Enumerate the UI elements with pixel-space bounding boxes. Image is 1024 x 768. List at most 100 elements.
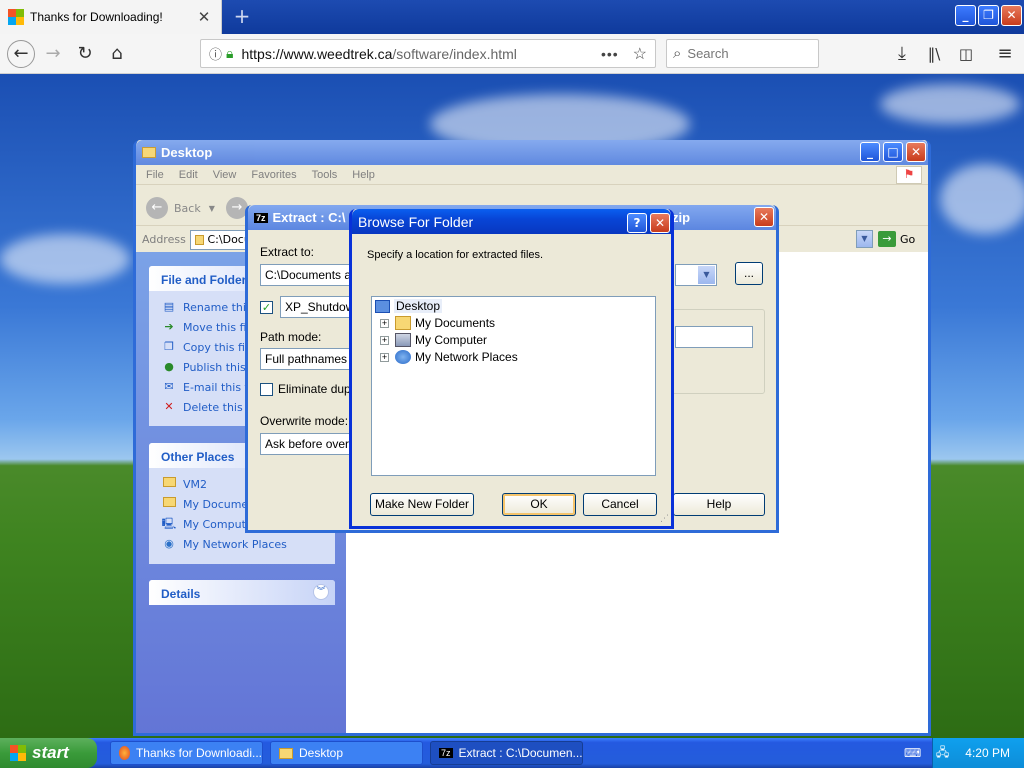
- tree-node-my-network-places[interactable]: + My Network Places: [380, 350, 518, 364]
- close-window-button[interactable]: ✕: [1001, 5, 1022, 26]
- folder-checkbox[interactable]: ✓: [260, 301, 273, 314]
- windows-logo-icon: [8, 9, 24, 25]
- publish-globe-icon: ●: [164, 360, 174, 373]
- folder-icon: [194, 234, 204, 245]
- path-mode-select[interactable]: Full pathnames: [260, 348, 352, 370]
- taskbar-item-extract[interactable]: 7z Extract : C:\Documen...: [430, 741, 583, 765]
- clock[interactable]: 4:20 PM: [965, 746, 1010, 760]
- browse-titlebar[interactable]: Browse For Folder: [352, 209, 671, 234]
- menu-favorites[interactable]: Favorites: [251, 169, 296, 181]
- explorer-maximize-button[interactable]: □: [883, 142, 903, 162]
- start-button[interactable]: start: [0, 738, 97, 768]
- place-my-network[interactable]: ◉ My Network Places: [149, 534, 335, 554]
- task-label: Delete this fi: [183, 400, 254, 414]
- password-input[interactable]: [675, 326, 753, 348]
- browse-instruction: Specify a location for extracted files.: [367, 249, 544, 261]
- taskbar-item-firefox[interactable]: Thanks for Downloadi...: [110, 741, 263, 765]
- restore-button[interactable]: ❐: [978, 5, 999, 26]
- menu-file[interactable]: File: [146, 169, 164, 181]
- address-dropdown-icon[interactable]: ▼: [856, 230, 873, 248]
- go-button[interactable]: → Go: [878, 231, 915, 247]
- help-question-button[interactable]: ?: [627, 213, 647, 233]
- explorer-close-button[interactable]: ✕: [906, 142, 926, 162]
- network-icon[interactable]: 🖧︎: [936, 743, 949, 764]
- sidebar-icon[interactable]: ◫: [953, 42, 979, 66]
- folder-icon: [279, 747, 293, 759]
- extract-close-button[interactable]: ✕: [754, 207, 774, 227]
- keyboard-icon[interactable]: ⌨: [904, 746, 921, 760]
- computer-icon: [395, 333, 411, 347]
- browse-for-folder-dialog: Browse For Folder ? ✕ Specify a location…: [349, 209, 674, 529]
- desktop-icon: [375, 299, 390, 313]
- overwrite-mode-select[interactable]: Ask before overw: [260, 433, 352, 455]
- url-bar[interactable]: ⓘ 🔒︎ https://www.weedtrek.ca/software/in…: [200, 39, 656, 68]
- back-circle-icon: ←: [146, 197, 168, 219]
- browser-tab[interactable]: Thanks for Downloading! ✕: [0, 0, 222, 34]
- folder-name-input[interactable]: XP_Shutdown: [280, 296, 352, 318]
- copy-icon: ❐: [164, 340, 174, 353]
- explorer-titlebar[interactable]: Desktop: [136, 140, 928, 165]
- tree-label-my-computer: My Computer: [415, 333, 488, 347]
- expand-plus-icon[interactable]: +: [380, 335, 389, 345]
- home-icon[interactable]: ⌂: [104, 42, 130, 66]
- folder-tree: Desktop + My Documents + My Computer + M…: [371, 296, 656, 476]
- new-tab-button[interactable]: +: [230, 4, 254, 28]
- library-icon[interactable]: ‖\: [921, 42, 947, 66]
- tree-label-desktop: Desktop: [394, 299, 443, 313]
- search-icon: ⌕: [673, 45, 682, 62]
- folder-icon: [142, 147, 156, 158]
- search-placeholder: Search: [687, 46, 729, 61]
- move-icon: ➔: [164, 320, 174, 333]
- back-label: Back: [174, 201, 201, 215]
- folder-icon: [395, 316, 411, 330]
- details-panel: Details ︾: [149, 580, 335, 605]
- close-tab-icon[interactable]: ✕: [195, 8, 213, 26]
- address-label: Address: [142, 233, 186, 246]
- menu-view[interactable]: View: [213, 169, 237, 181]
- extract-to-label: Extract to:: [260, 245, 315, 259]
- page-actions-icon[interactable]: •••: [601, 46, 619, 62]
- menu-edit[interactable]: Edit: [179, 169, 198, 181]
- cancel-button[interactable]: Cancel: [583, 493, 657, 516]
- extract-title-tail: zip: [672, 210, 691, 225]
- help-button[interactable]: Help: [673, 493, 765, 516]
- downloads-icon[interactable]: ⤓: [889, 42, 915, 66]
- expand-plus-icon[interactable]: +: [380, 352, 389, 362]
- url-host: https://www.weedtrek.ca: [241, 45, 393, 62]
- bookmark-star-icon[interactable]: ☆: [633, 44, 647, 64]
- expand-plus-icon[interactable]: +: [380, 318, 389, 328]
- browse-close-button[interactable]: ✕: [650, 213, 670, 233]
- tree-node-desktop[interactable]: Desktop: [375, 299, 443, 313]
- menu-help[interactable]: Help: [352, 169, 375, 181]
- eliminate-checkbox[interactable]: [260, 383, 273, 396]
- back-button[interactable]: ← Back ▼: [146, 197, 215, 219]
- taskbar-item-desktop[interactable]: Desktop: [270, 741, 423, 765]
- menu-tools[interactable]: Tools: [312, 169, 338, 181]
- firefox-icon: [119, 746, 130, 760]
- tree-node-my-documents[interactable]: + My Documents: [380, 316, 495, 330]
- chevron-down-icon: ▼: [698, 266, 715, 284]
- details-header[interactable]: Details: [149, 580, 335, 605]
- extract-to-dropdown[interactable]: ▼: [675, 264, 717, 286]
- resize-grip-icon[interactable]: ⋰: [660, 514, 669, 524]
- make-new-folder-button[interactable]: Make New Folder: [370, 493, 474, 516]
- taskbar-item-label: Desktop: [299, 746, 344, 760]
- place-label: My Compute: [183, 517, 253, 531]
- tree-node-my-computer[interactable]: + My Computer: [380, 333, 487, 347]
- taskbar-item-label: Extract : C:\Documen...: [458, 746, 583, 760]
- minimize-button[interactable]: _: [955, 5, 976, 26]
- my-documents-icon: [161, 496, 177, 512]
- explorer-minimize-button[interactable]: _: [860, 142, 880, 162]
- extract-to-input[interactable]: C:\Documents and: [260, 264, 352, 286]
- back-arrow-icon[interactable]: ←: [7, 40, 35, 68]
- chevron-double-down-icon[interactable]: ︾: [313, 584, 329, 600]
- search-input[interactable]: ⌕ Search: [666, 39, 819, 68]
- reload-icon[interactable]: ↻: [72, 42, 98, 66]
- forward-arrow-icon[interactable]: →: [40, 42, 66, 66]
- address-input[interactable]: C:\Docu: [189, 229, 252, 250]
- menu-hamburger-icon[interactable]: ≡: [992, 42, 1018, 66]
- browse-button[interactable]: ...: [735, 262, 763, 285]
- info-icon[interactable]: ⓘ: [209, 44, 222, 63]
- folder-icon: [161, 476, 177, 492]
- ok-button[interactable]: OK: [502, 493, 576, 516]
